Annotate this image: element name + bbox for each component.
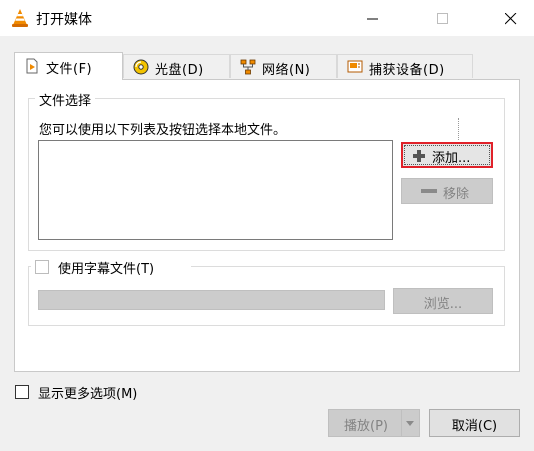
network-icon — [240, 59, 256, 75]
capture-device-icon — [347, 60, 363, 73]
divider — [458, 118, 459, 140]
file-selection-legend: 文件选择 — [35, 90, 96, 109]
tab-capture-device[interactable]: 捕获设备(D) — [337, 54, 473, 78]
vlc-cone-icon — [12, 9, 28, 27]
file-list[interactable] — [38, 140, 393, 240]
maximize-icon — [437, 13, 448, 24]
tab-file-label: 文件(F) — [46, 62, 93, 77]
tab-network[interactable]: 网络(N) — [230, 54, 337, 78]
tab-network-label: 网络(N) — [262, 63, 311, 78]
close-button[interactable] — [488, 0, 534, 36]
disc-icon — [133, 59, 149, 75]
tab-disc[interactable]: 光盘(D) — [123, 54, 230, 78]
close-icon — [505, 13, 517, 25]
add-button[interactable]: 添加... — [401, 142, 493, 168]
add-button-label: 添加... — [432, 151, 471, 166]
file-icon — [26, 58, 38, 74]
subtitle-legend: 使用字幕文件(T) — [31, 258, 191, 277]
minimize-icon — [367, 18, 378, 20]
browse-button-label: 浏览... — [423, 297, 463, 312]
remove-button-label: 移除 — [443, 187, 470, 202]
plus-icon — [413, 150, 425, 162]
subtitle-checkbox[interactable] — [35, 260, 49, 274]
chevron-down-icon — [406, 421, 414, 426]
tab-file[interactable]: 文件(F) — [14, 52, 123, 80]
tab-disc-label: 光盘(D) — [155, 63, 204, 78]
browse-button[interactable]: 浏览... — [393, 288, 493, 314]
file-selection-hint: 您可以使用以下列表及按钮选择本地文件。 — [39, 123, 287, 138]
maximize-button[interactable] — [420, 0, 466, 36]
minimize-button[interactable] — [350, 0, 396, 36]
title-bar[interactable]: 打开媒体 — [0, 0, 534, 36]
show-more-label: 显示更多选项(M) — [38, 387, 138, 402]
play-button-label: 播放(P) — [344, 419, 388, 434]
subtitle-path-input[interactable] — [38, 290, 385, 310]
cancel-button-label: 取消(C) — [451, 419, 498, 434]
play-dropdown-toggle[interactable] — [401, 410, 419, 436]
cancel-button[interactable]: 取消(C) — [429, 409, 520, 437]
subtitle-checkbox-label: 使用字幕文件(T) — [58, 262, 155, 277]
window-title: 打开媒体 — [36, 12, 92, 28]
tab-capture-device-label: 捕获设备(D) — [369, 63, 445, 78]
remove-button[interactable]: 移除 — [401, 178, 493, 204]
minus-icon — [421, 189, 437, 193]
play-button[interactable]: 播放(P) — [328, 409, 420, 437]
show-more-checkbox[interactable] — [15, 385, 29, 399]
